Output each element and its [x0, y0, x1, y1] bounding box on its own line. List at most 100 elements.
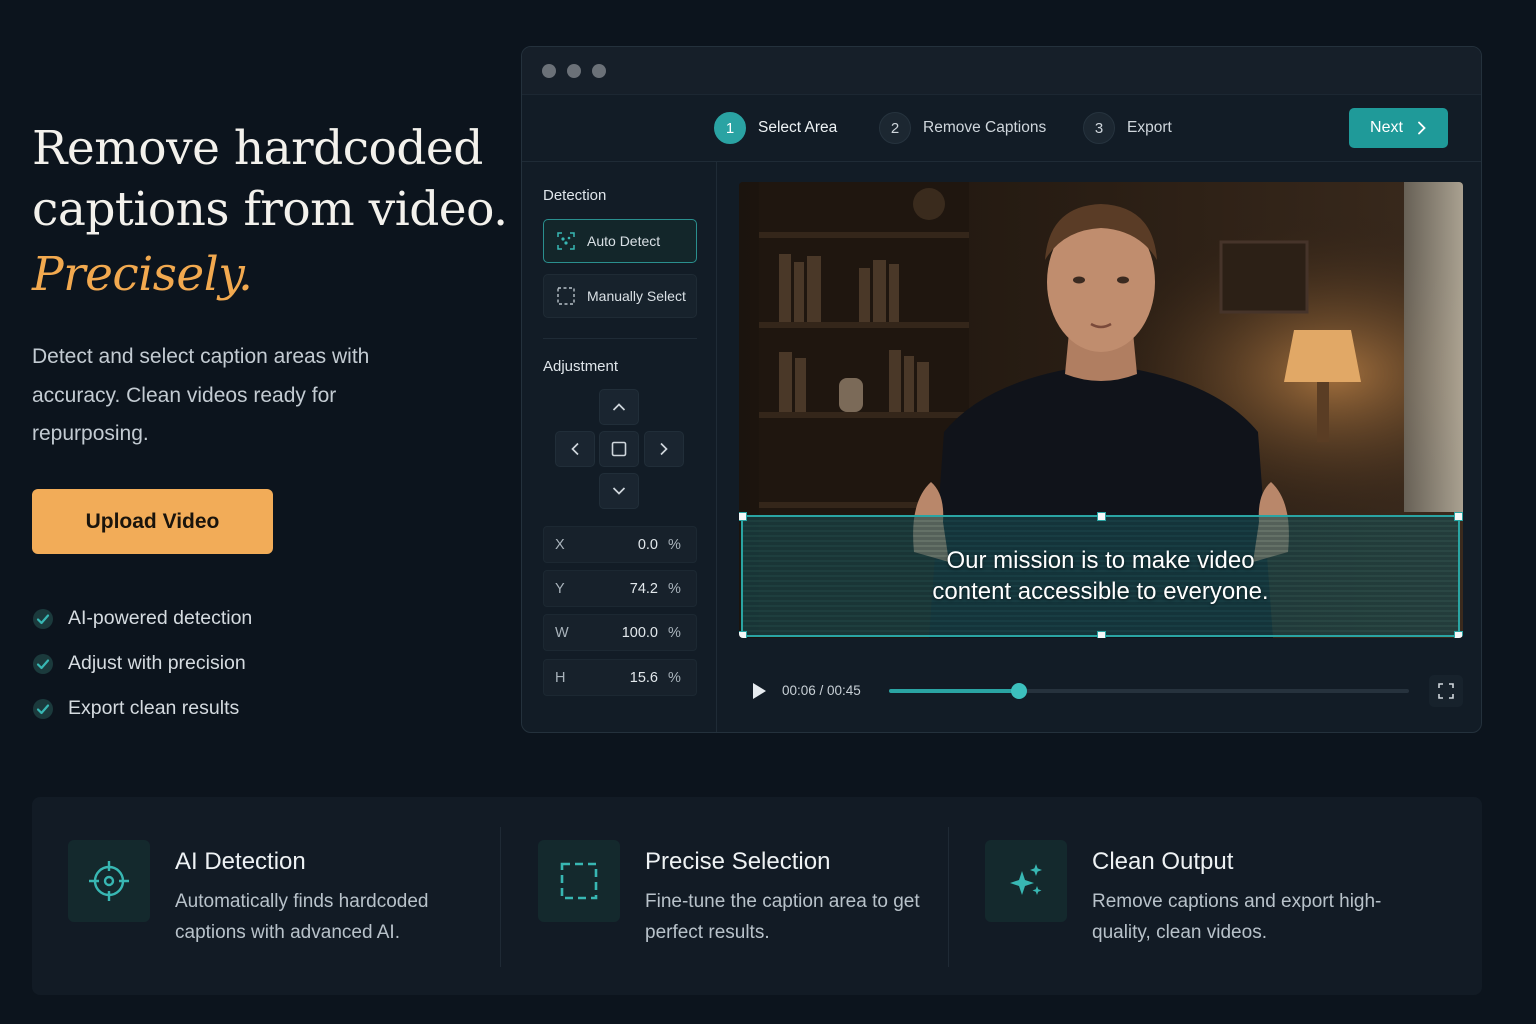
- window-titlebar: [522, 47, 1481, 95]
- nudge-up-button[interactable]: [599, 389, 639, 425]
- auto-detect-button[interactable]: Auto Detect: [543, 219, 697, 263]
- fullscreen-icon: [1438, 683, 1454, 699]
- hero: Remove hardcoded captions from video. Pr…: [32, 118, 508, 719]
- field-value[interactable]: 15.6: [578, 670, 668, 686]
- nudge-center-button[interactable]: [599, 431, 639, 467]
- checklist-item: AI-powered detection: [32, 596, 252, 641]
- crosshair-icon: [68, 840, 150, 922]
- feature-description: Remove captions and export high-quality,…: [1092, 891, 1382, 943]
- checklist-label: AI-powered detection: [68, 607, 253, 629]
- adjustment-section-title: Adjustment: [543, 358, 619, 375]
- chevron-left-icon: [571, 442, 579, 456]
- chevron-right-icon: [660, 442, 668, 456]
- caption-line-1: Our mission is to make video: [946, 547, 1255, 574]
- step-remove-captions[interactable]: 2 Remove Captions: [879, 111, 1046, 145]
- field-label: Y: [555, 580, 565, 597]
- nudge-left-button[interactable]: [555, 431, 595, 467]
- field-value[interactable]: 0.0: [578, 537, 668, 553]
- checklist-label: Adjust with precision: [68, 652, 246, 674]
- field-value[interactable]: 100.0: [578, 625, 668, 641]
- feature-clean-output: Clean Output Remove captions and export …: [985, 797, 1425, 995]
- feature-ai-detection: AI Detection Automatically finds hardcod…: [68, 797, 498, 995]
- dashed-square-icon: [557, 287, 575, 305]
- step-label: Export: [1127, 119, 1172, 136]
- feature-title: Precise Selection: [645, 848, 831, 875]
- feature-checklist: AI-powered detection Adjust with precisi…: [32, 596, 252, 731]
- manually-select-label: Manually Select: [587, 288, 686, 304]
- step-number: 2: [879, 112, 911, 144]
- h-field[interactable]: H 15.6 %: [543, 659, 697, 696]
- feature-description: Automatically finds hardcoded captions w…: [175, 891, 429, 943]
- caption-selection-box[interactable]: Our mission is to make video content acc…: [739, 512, 1463, 638]
- field-unit: %: [668, 624, 681, 641]
- field-value[interactable]: 74.2: [578, 581, 668, 597]
- dashed-square-icon: [538, 840, 620, 922]
- step-bar: 1 Select Area 2 Remove Captions 3 Export…: [522, 95, 1481, 162]
- feature-description: Fine-tune the caption area to get perfec…: [645, 891, 920, 943]
- check-icon: [32, 698, 54, 720]
- resize-handle-bottom-left[interactable]: [739, 631, 747, 638]
- field-label: X: [555, 536, 565, 553]
- window-maximize-dot[interactable]: [592, 64, 606, 78]
- field-unit: %: [668, 580, 681, 597]
- time-readout: 00:06 / 00:45: [782, 683, 861, 698]
- w-field[interactable]: W 100.0 %: [543, 614, 697, 651]
- step-number: 3: [1083, 112, 1115, 144]
- feature-title: Clean Output: [1092, 848, 1234, 875]
- step-export[interactable]: 3 Export: [1083, 111, 1172, 145]
- step-label: Select Area: [758, 119, 838, 136]
- fullscreen-button[interactable]: [1429, 675, 1463, 707]
- next-button-label: Next: [1370, 119, 1403, 136]
- window-minimize-dot[interactable]: [567, 64, 581, 78]
- hero-accent: Precisely.: [32, 247, 253, 302]
- check-icon: [32, 608, 54, 630]
- caption-text: Our mission is to make video content acc…: [743, 545, 1458, 607]
- feature-title: AI Detection: [175, 848, 306, 875]
- checklist-item: Adjust with precision: [32, 641, 252, 686]
- window-close-dot[interactable]: [542, 64, 556, 78]
- video-preview[interactable]: Our mission is to make video content acc…: [739, 182, 1463, 638]
- hero-title-line-1: Remove hardcoded: [32, 121, 483, 176]
- y-field[interactable]: Y 74.2 %: [543, 570, 697, 607]
- seek-thumb[interactable]: [1011, 683, 1027, 699]
- step-label: Remove Captions: [923, 119, 1047, 136]
- step-number: 1: [714, 112, 746, 144]
- step-select-area[interactable]: 1 Select Area: [714, 111, 837, 145]
- checklist-label: Export clean results: [68, 697, 240, 719]
- nudge-down-button[interactable]: [599, 473, 639, 509]
- caption-line-2: content accessible to everyone.: [932, 578, 1269, 605]
- resize-handle-bottom[interactable]: [1097, 631, 1106, 638]
- tool-sidebar: Detection Auto Detect Manually Select Ad…: [522, 162, 717, 732]
- nudge-right-button[interactable]: [644, 431, 684, 467]
- manually-select-button[interactable]: Manually Select: [543, 274, 697, 318]
- resize-handle-top-right[interactable]: [1454, 512, 1463, 521]
- chevron-up-icon: [612, 403, 626, 411]
- feature-precise-selection: Precise Selection Fine-tune the caption …: [538, 797, 938, 995]
- x-field[interactable]: X 0.0 %: [543, 526, 697, 563]
- checklist-item: Export clean results: [32, 686, 252, 731]
- chevron-down-icon: [612, 487, 626, 495]
- hero-title-line-2: captions from video.: [32, 182, 508, 237]
- feature-divider: [948, 827, 949, 967]
- play-icon: [753, 683, 766, 699]
- square-icon: [611, 441, 627, 457]
- upload-video-button[interactable]: Upload Video: [32, 489, 273, 554]
- hero-title: Remove hardcoded captions from video. Pr…: [32, 118, 508, 308]
- play-button[interactable]: [747, 679, 769, 703]
- field-unit: %: [668, 669, 681, 686]
- seek-track[interactable]: [889, 683, 1409, 699]
- resize-handle-top-left[interactable]: [739, 512, 747, 521]
- feature-divider: [500, 827, 501, 967]
- chevron-right-icon: [1418, 121, 1426, 135]
- resize-handle-bottom-right[interactable]: [1454, 631, 1463, 638]
- field-label: W: [555, 624, 569, 641]
- auto-detect-label: Auto Detect: [587, 233, 661, 249]
- auto-detect-icon: [557, 232, 575, 250]
- hero-subtitle: Detect and select caption areas with acc…: [32, 345, 370, 445]
- resize-handle-top[interactable]: [1097, 512, 1106, 521]
- app-window: 1 Select Area 2 Remove Captions 3 Export…: [521, 46, 1482, 733]
- next-button[interactable]: Next: [1349, 108, 1448, 148]
- field-unit: %: [668, 536, 681, 553]
- seek-progress: [889, 689, 1019, 693]
- detection-section-title: Detection: [543, 187, 607, 204]
